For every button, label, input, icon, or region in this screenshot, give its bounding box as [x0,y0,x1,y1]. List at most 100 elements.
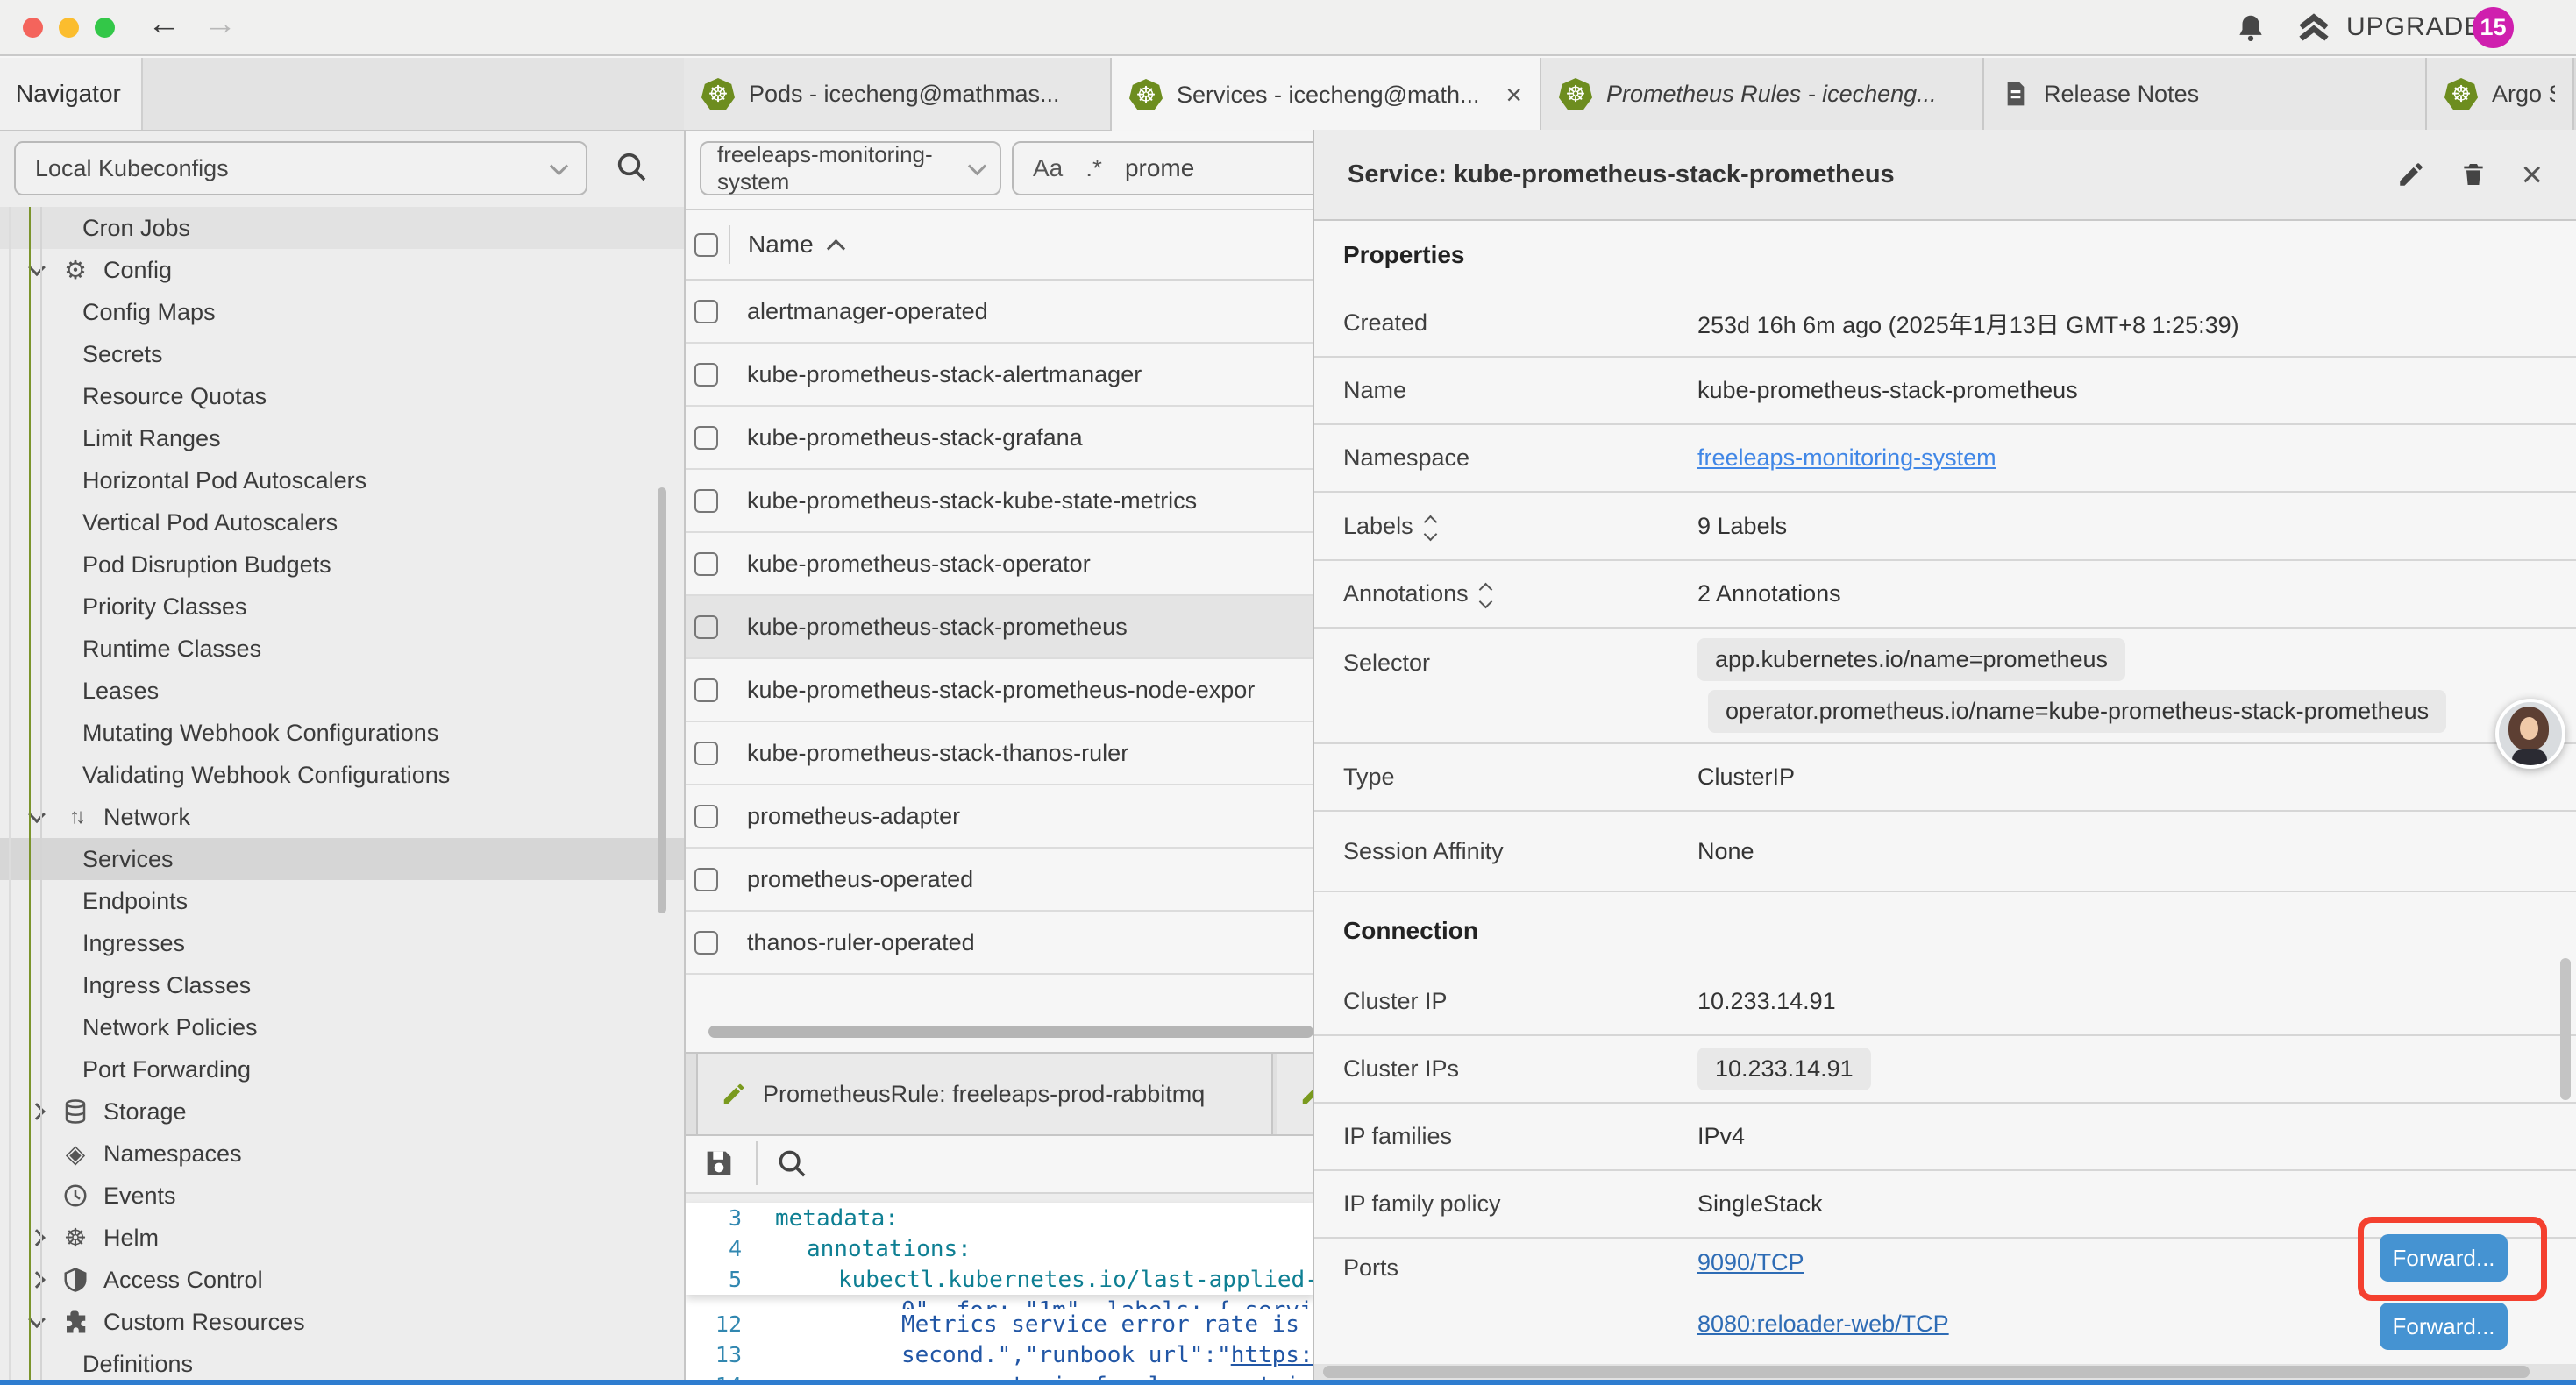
table-search-input[interactable]: Aa .* prome [1012,141,1315,195]
table-row-kube-prometheus-stack-alertmanager[interactable]: kube-prometheus-stack-alertmanager [686,344,1315,407]
chevron-right-icon[interactable] [26,1101,47,1122]
row-checkbox[interactable] [694,489,718,513]
table-row-kube-prometheus-stack-thanos-ruler[interactable]: kube-prometheus-stack-thanos-ruler [686,722,1315,785]
match-case-toggle[interactable]: Aa [1033,154,1063,182]
sidebar-item-port-forwarding[interactable]: Port Forwarding [0,1048,684,1090]
table-row-alertmanager-operated[interactable]: alertmanager-operated [686,281,1315,344]
sidebar-item-resource-quotas[interactable]: Resource Quotas [0,375,684,417]
row-checkbox[interactable] [694,552,718,576]
row-checkbox[interactable] [694,742,718,765]
editor-search-icon[interactable] [775,1147,808,1180]
row-checkbox[interactable] [694,363,718,387]
sidebar-item-vertical-pod-autoscalers[interactable]: Vertical Pod Autoscalers [0,501,684,543]
editor-tab-prometheusrule-freeleaps-prod-rabbitmq[interactable]: PrometheusRule: freeleaps-prod-rabbitmq [696,1054,1273,1134]
edit-pencil-icon[interactable] [2396,160,2426,189]
sidebar-item-leases[interactable]: Leases [0,670,684,712]
row-checkbox[interactable] [694,805,718,828]
user-avatar[interactable] [2495,699,2565,769]
sidebar-item-secrets[interactable]: Secrets [0,333,684,375]
sidebar-scrollbar[interactable] [658,487,666,913]
sidebar-item-events[interactable]: Events [0,1175,684,1217]
regex-toggle[interactable]: .* [1085,154,1102,182]
namespace-select[interactable]: freeleaps-monitoring-system [700,141,1001,195]
sidebar-item-endpoints[interactable]: Endpoints [0,880,684,922]
forward-button[interactable]: → [203,5,237,43]
select-all-checkbox[interactable] [694,233,718,257]
table-horizontal-scrollbar[interactable] [708,1026,1313,1038]
detail-scrollbar[interactable] [2560,958,2571,1100]
sidebar-item-priority-classes[interactable]: Priority Classes [0,586,684,628]
sidebar-search-icon[interactable] [614,149,649,184]
chevron-right-icon[interactable] [26,1269,47,1290]
row-checkbox[interactable] [694,615,718,639]
sidebar-item-runtime-classes[interactable]: Runtime Classes [0,628,684,670]
sidebar-item-validating-webhook-configurations[interactable]: Validating Webhook Configurations [0,754,684,796]
table-header[interactable]: Name [686,210,1315,281]
row-checkbox[interactable] [694,678,718,702]
yaml-editor[interactable]: 3metadata:4annotations:5kubectl.kubernet… [686,1192,1315,1380]
sort-toggle-icon[interactable] [1481,585,1491,607]
port-link[interactable]: 9090/TCP [1697,1239,1804,1286]
sidebar-item-ingresses[interactable]: Ingresses [0,922,684,964]
upgrade-button[interactable]: UPGRADE [2346,12,2482,42]
notification-count-badge[interactable]: 15 [2473,7,2514,48]
row-checkbox[interactable] [694,931,718,955]
sidebar-item-horizontal-pod-autoscalers[interactable]: Horizontal Pod Autoscalers [0,459,684,501]
name-column-header[interactable]: Name [748,231,814,259]
sidebar-item-ingress-classes[interactable]: Ingress Classes [0,964,684,1006]
save-icon[interactable] [701,1146,737,1181]
navigator-panel-tab[interactable]: Navigator [0,58,143,130]
sidebar-item-limit-ranges[interactable]: Limit Ranges [0,417,684,459]
back-button[interactable]: ← [147,5,181,43]
detail-horizontal-scrollbar[interactable] [1314,1364,2576,1380]
sidebar-item-cron-jobs[interactable]: Cron Jobs [0,207,684,249]
row-checkbox[interactable] [694,300,718,323]
table-row-kube-prometheus-stack-operator[interactable]: kube-prometheus-stack-operator [686,533,1315,596]
close-icon[interactable]: × [2521,156,2543,193]
sidebar-item-services[interactable]: Services [0,838,684,880]
sidebar-item-pod-disruption-budgets[interactable]: Pod Disruption Budgets [0,543,684,586]
forward-button[interactable]: Forward... [2380,1234,2508,1282]
code-link[interactable]: https://net [1231,1342,1315,1368]
table-row-kube-prometheus-stack-prometheus-node-expor[interactable]: kube-prometheus-stack-prometheus-node-ex… [686,659,1315,722]
table-row-prometheus-operated[interactable]: prometheus-operated [686,849,1315,912]
port-link[interactable]: 8080:reloader-web/TCP [1697,1300,1949,1347]
tab-release-notes[interactable]: Release Notes [1984,58,2427,130]
delete-trash-icon[interactable] [2459,160,2487,189]
zoom-window-button[interactable] [95,18,115,38]
editor-tab-x[interactable] [1277,1054,1315,1134]
chevron-down-icon[interactable] [26,1311,47,1332]
sidebar-item-network[interactable]: ↑↓Network [0,796,684,838]
table-row-kube-prometheus-stack-kube-state-metrics[interactable]: kube-prometheus-stack-kube-state-metrics [686,470,1315,533]
table-row-kube-prometheus-stack-grafana[interactable]: kube-prometheus-stack-grafana [686,407,1315,470]
upgrade-icon[interactable] [2295,10,2332,46]
close-window-button[interactable] [23,18,43,38]
sidebar-item-network-policies[interactable]: Network Policies [0,1006,684,1048]
row-checkbox[interactable] [694,426,718,450]
sidebar-item-storage[interactable]: Storage [0,1090,684,1133]
table-row-thanos-ruler-operated[interactable]: thanos-ruler-operated [686,912,1315,975]
table-row-kube-prometheus-stack-prometheus[interactable]: kube-prometheus-stack-prometheus [686,596,1315,659]
sidebar-item-config[interactable]: ⚙Config [0,249,684,291]
forward-button[interactable]: Forward... [2380,1303,2508,1350]
tab-services-icecheng-math[interactable]: ☸Services - icecheng@math...× [1112,58,1541,131]
namespace-link[interactable]: freeleaps-monitoring-system [1697,444,1996,472]
sort-toggle-icon[interactable] [1426,517,1435,539]
chevron-down-icon[interactable] [26,806,47,827]
sidebar-item-mutating-webhook-configurations[interactable]: Mutating Webhook Configurations [0,712,684,754]
chevron-down-icon[interactable] [26,259,47,281]
sidebar-item-definitions[interactable]: Definitions [0,1343,684,1380]
row-checkbox[interactable] [694,868,718,891]
sidebar-item-access-control[interactable]: Access Control [0,1259,684,1301]
sidebar-item-helm[interactable]: ☸Helm [0,1217,684,1259]
table-row-prometheus-adapter[interactable]: prometheus-adapter [686,785,1315,849]
sidebar-item-custom-resources[interactable]: Custom Resources [0,1301,684,1343]
chevron-right-icon[interactable] [26,1227,47,1248]
tab-close-icon[interactable]: × [1505,79,1522,111]
minimize-window-button[interactable] [59,18,79,38]
sidebar-item-namespaces[interactable]: ◈Namespaces [0,1133,684,1175]
kubeconfig-select[interactable]: Local Kubeconfigs [14,141,587,195]
tab-pods-icecheng-mathmas[interactable]: ☸Pods - icecheng@mathmas... [684,58,1112,130]
notifications-bell-icon[interactable] [2234,11,2267,45]
tab-prometheus-rules-icecheng[interactable]: ☸Prometheus Rules - icecheng... [1541,58,1984,130]
